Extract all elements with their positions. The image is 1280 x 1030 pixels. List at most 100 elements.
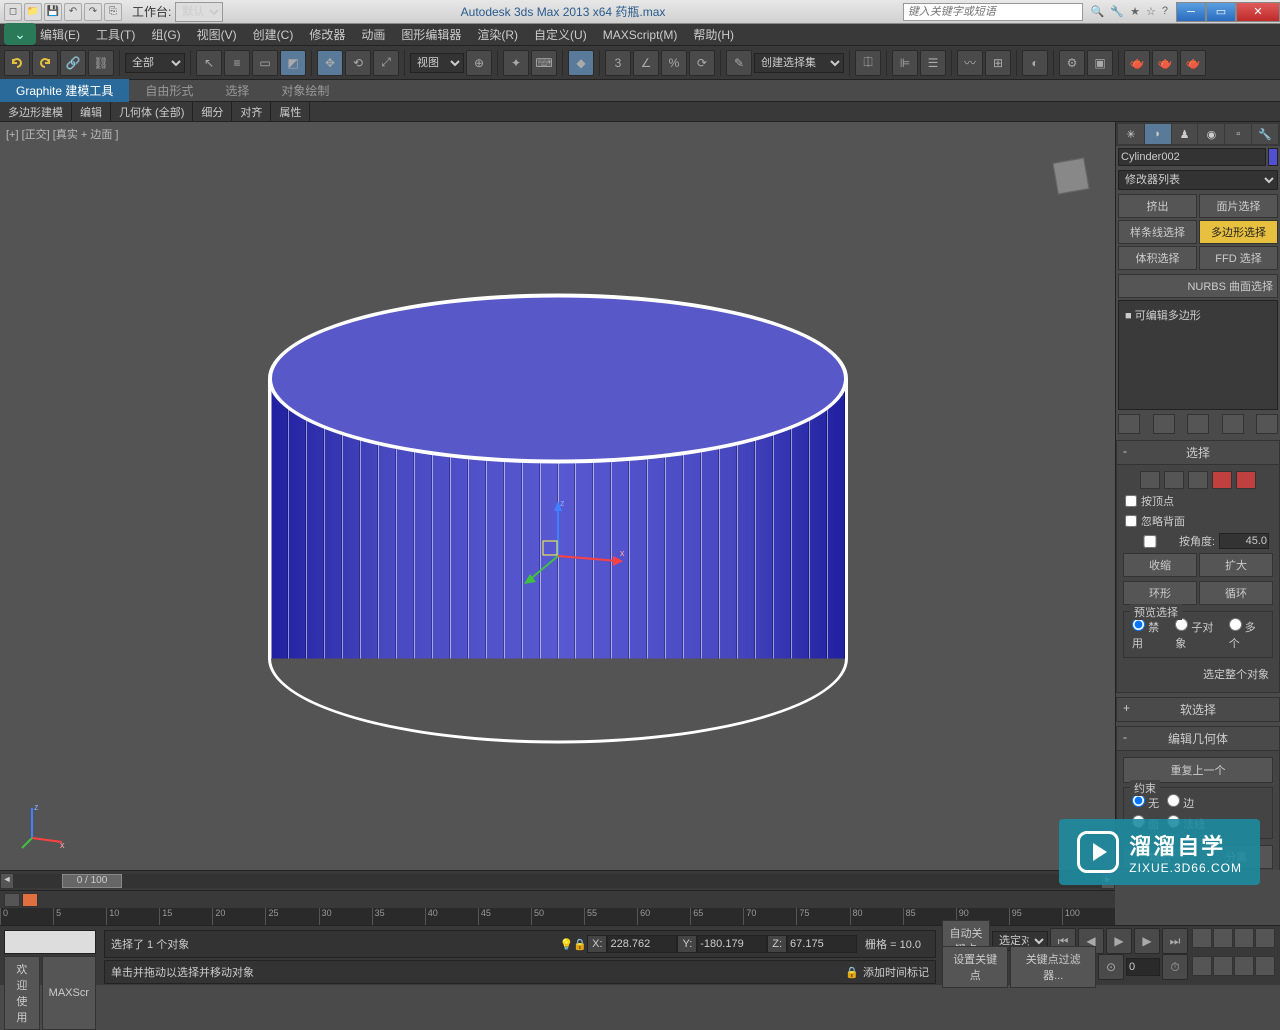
btn-ring[interactable]: 环形 bbox=[1123, 581, 1197, 605]
snap-toggle-icon[interactable]: ◆ bbox=[568, 50, 594, 76]
unlink-icon[interactable]: ⛓ bbox=[88, 50, 114, 76]
keyfilters-button[interactable]: 关键点过滤器... bbox=[1010, 946, 1096, 988]
goto-end-icon[interactable]: ⏭ bbox=[1162, 928, 1188, 954]
setkey-button[interactable]: 设置关键点 bbox=[942, 946, 1008, 988]
key-icon[interactable]: 🔧 bbox=[1110, 5, 1124, 18]
modifier-stack[interactable]: ■ 可编辑多边形 bbox=[1118, 300, 1278, 410]
ribbon-tab-selection[interactable]: 选择 bbox=[209, 79, 265, 102]
timeslider-left-icon[interactable]: ◄ bbox=[0, 873, 14, 889]
spinner-snap-icon[interactable]: ⟳ bbox=[689, 50, 715, 76]
frame-number-input[interactable] bbox=[1126, 958, 1160, 976]
time-config-icon[interactable]: ⏱ bbox=[1162, 954, 1188, 980]
menu-animation[interactable]: 动画 bbox=[361, 26, 385, 43]
radio-subobj[interactable]: 子对象 bbox=[1175, 618, 1220, 651]
pan-icon[interactable] bbox=[1213, 956, 1233, 976]
add-time-tag[interactable]: 添加时间标记 bbox=[863, 964, 929, 980]
modifier-list-dropdown[interactable]: 修改器列表 bbox=[1118, 170, 1278, 190]
chk-by-angle[interactable] bbox=[1125, 535, 1175, 548]
chk-by-vertex[interactable] bbox=[1125, 495, 1137, 507]
keyboard-shortcut-icon[interactable]: ⌨ bbox=[531, 50, 557, 76]
align-icon[interactable]: ⊫ bbox=[892, 50, 918, 76]
qat-project-icon[interactable]: ⎘ bbox=[104, 3, 122, 21]
create-tab-icon[interactable]: ✳ bbox=[1118, 124, 1144, 144]
zoom-icon[interactable] bbox=[1192, 928, 1212, 948]
modify-tab-icon[interactable]: ◗ bbox=[1145, 124, 1171, 144]
rollout-selection-header[interactable]: 选择 bbox=[1116, 440, 1280, 465]
orbit-icon[interactable] bbox=[1234, 956, 1254, 976]
star2-icon[interactable]: ☆ bbox=[1146, 5, 1156, 18]
qat-redo-icon[interactable]: ↷ bbox=[84, 3, 102, 21]
radio-none[interactable]: 无 bbox=[1132, 794, 1159, 811]
timeslider-thumb[interactable]: 0 / 100 bbox=[62, 874, 122, 888]
maxscript-button[interactable]: MAXScr bbox=[42, 956, 96, 1030]
coord-z-input[interactable] bbox=[787, 935, 857, 953]
schematic-view-icon[interactable]: ⊞ bbox=[985, 50, 1011, 76]
select-scale-icon[interactable]: ⤢ bbox=[373, 50, 399, 76]
menu-help[interactable]: 帮助(H) bbox=[693, 26, 734, 43]
menu-group[interactable]: 组(G) bbox=[151, 26, 180, 43]
selection-filter-dropdown[interactable]: 全部 bbox=[125, 53, 185, 73]
percent-snap-icon[interactable]: % bbox=[661, 50, 687, 76]
angle-snap-icon[interactable]: ∠ bbox=[633, 50, 659, 76]
ribbon-panel-polymodel[interactable]: 多边形建模 bbox=[0, 102, 72, 122]
help-search-input[interactable] bbox=[903, 3, 1083, 21]
radio-edge[interactable]: 边 bbox=[1167, 794, 1194, 811]
rollout-editgeo-header[interactable]: 编辑几何体 bbox=[1116, 726, 1280, 751]
qat-open-icon[interactable]: 📁 bbox=[24, 3, 42, 21]
subobj-polygon-icon[interactable] bbox=[1212, 471, 1232, 489]
chk-ignore-backfacing[interactable] bbox=[1125, 515, 1137, 527]
radio-multi[interactable]: 多个 bbox=[1229, 618, 1264, 651]
ribbon-panel-geometry[interactable]: 几何体 (全部) bbox=[111, 102, 193, 122]
help-icon[interactable]: ? bbox=[1162, 5, 1168, 18]
time-slider[interactable]: ◄ 0 / 100 ► bbox=[0, 870, 1115, 890]
menu-rendering[interactable]: 渲染(R) bbox=[477, 26, 518, 43]
btn-select-whole[interactable]: 选定整个对象 bbox=[1123, 662, 1273, 686]
hierarchy-tab-icon[interactable]: ♟ bbox=[1172, 124, 1198, 144]
rendered-frame-icon[interactable]: ▣ bbox=[1087, 50, 1113, 76]
minimize-button[interactable]: ─ bbox=[1176, 2, 1206, 22]
menu-modifiers[interactable]: 修改器 bbox=[309, 26, 345, 43]
maximize-viewport-icon[interactable] bbox=[1255, 956, 1275, 976]
lock2-icon[interactable]: 🔒 bbox=[573, 938, 587, 951]
select-move-icon[interactable]: ✥ bbox=[317, 50, 343, 76]
qat-undo-icon[interactable]: ↶ bbox=[64, 3, 82, 21]
menu-tools[interactable]: 工具(T) bbox=[96, 26, 135, 43]
object-name-input[interactable] bbox=[1118, 148, 1266, 166]
subobj-edge-icon[interactable] bbox=[1164, 471, 1184, 489]
workspace-dropdown[interactable]: 默认 bbox=[175, 2, 223, 22]
radio-disable[interactable]: 禁用 bbox=[1132, 618, 1167, 651]
curve-editor-icon[interactable]: 〰 bbox=[957, 50, 983, 76]
select-rect-icon[interactable]: ▭ bbox=[252, 50, 278, 76]
menu-customize[interactable]: 自定义(U) bbox=[534, 26, 587, 43]
ribbon-panel-align[interactable]: 对齐 bbox=[232, 102, 271, 122]
redo-icon[interactable] bbox=[32, 50, 58, 76]
render-iterative-icon[interactable]: 🫖 bbox=[1152, 50, 1178, 76]
mirror-icon[interactable]: ⎅ bbox=[855, 50, 881, 76]
maximize-button[interactable]: ▭ bbox=[1206, 2, 1236, 22]
ribbon-tab-graphite[interactable]: Graphite 建模工具 bbox=[0, 79, 129, 102]
next-frame-icon[interactable]: ▶ bbox=[1134, 928, 1160, 954]
render-activeshade-icon[interactable]: 🫖 bbox=[1180, 50, 1206, 76]
fov-icon[interactable] bbox=[1192, 956, 1212, 976]
timetag-lock-icon[interactable]: 🔒 bbox=[845, 966, 859, 979]
layers-icon[interactable]: ☰ bbox=[920, 50, 946, 76]
menu-grapheditors[interactable]: 图形编辑器 bbox=[401, 26, 461, 43]
angle-spinner[interactable] bbox=[1219, 533, 1269, 549]
menu-edit[interactable]: 编辑(E) bbox=[40, 26, 80, 43]
btn-loop[interactable]: 循环 bbox=[1199, 581, 1273, 605]
lock-icon[interactable]: 💡 bbox=[560, 938, 574, 951]
remove-modifier-icon[interactable] bbox=[1222, 414, 1244, 434]
configure-sets-icon[interactable] bbox=[1256, 414, 1278, 434]
timeslider-track[interactable]: 0 / 100 bbox=[14, 874, 1101, 888]
ribbon-panel-properties[interactable]: 属性 bbox=[271, 102, 310, 122]
sel-btn-extrude[interactable]: 挤出 bbox=[1118, 194, 1197, 218]
select-manipulate-icon[interactable]: ✦ bbox=[503, 50, 529, 76]
sel-btn-poly[interactable]: 多边形选择 bbox=[1199, 220, 1278, 244]
ribbon-panel-edit[interactable]: 编辑 bbox=[72, 102, 111, 122]
modstack-item-editpoly[interactable]: ■ 可编辑多边形 bbox=[1123, 305, 1273, 325]
menu-maxscript[interactable]: MAXScript(M) bbox=[603, 28, 678, 42]
app-menu-icon[interactable]: ⌄ bbox=[4, 23, 36, 45]
sel-btn-patch[interactable]: 面片选择 bbox=[1199, 194, 1278, 218]
sel-btn-ffd[interactable]: FFD 选择 bbox=[1199, 246, 1278, 270]
ribbon-tab-freeform[interactable]: 自由形式 bbox=[129, 79, 209, 102]
